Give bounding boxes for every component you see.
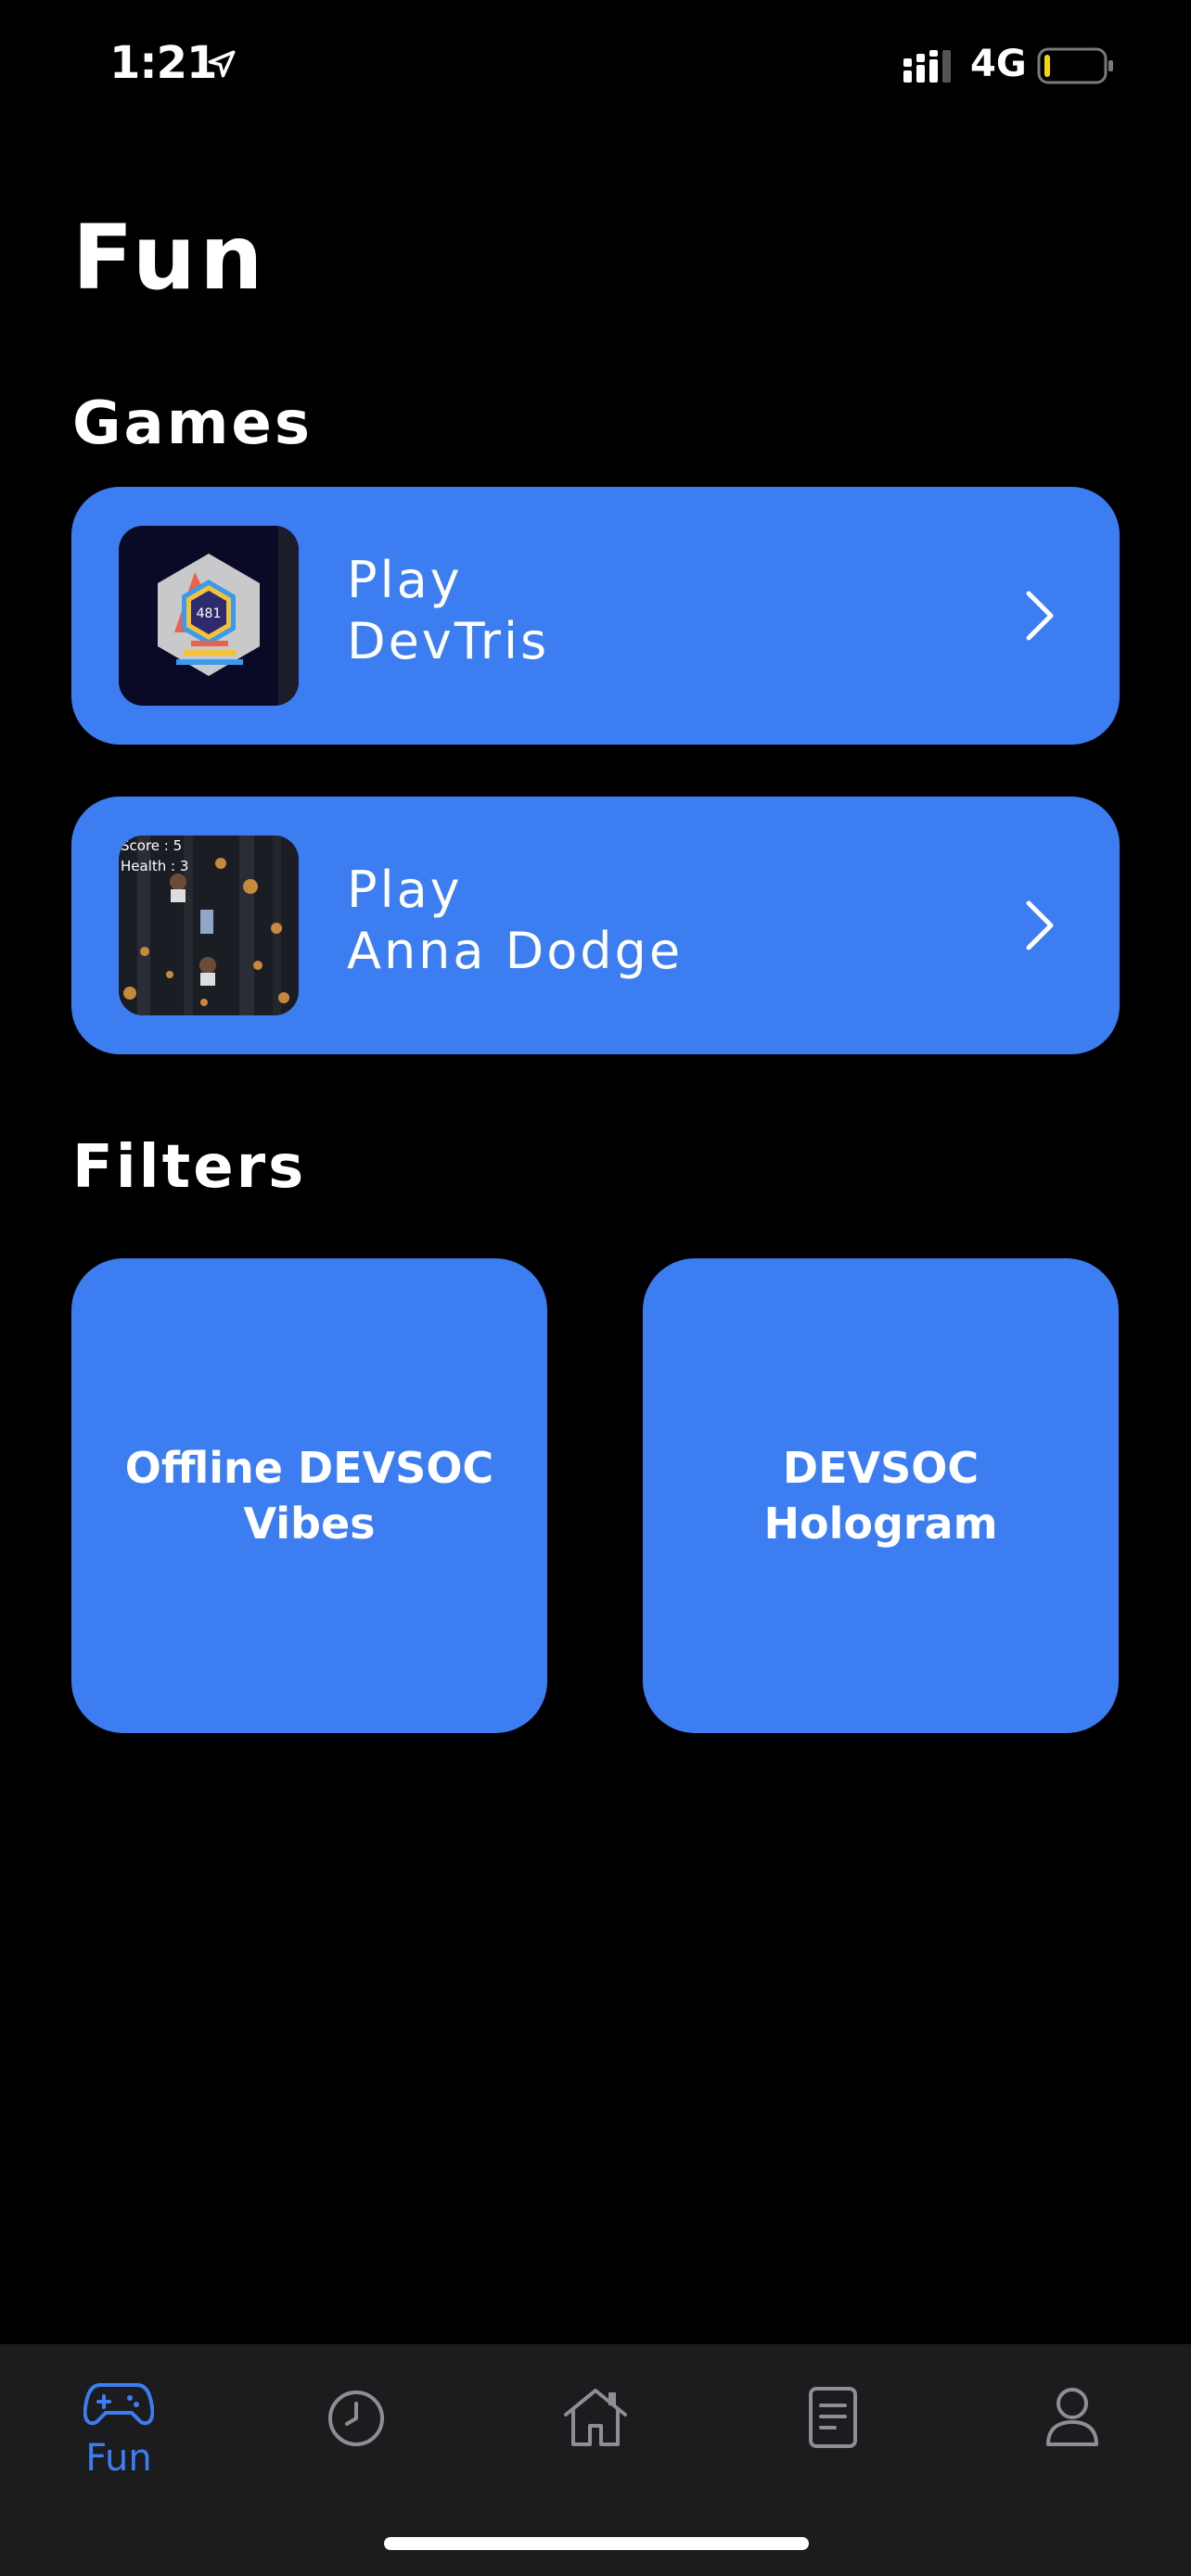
game-play-label: Play (347, 861, 463, 919)
devtris-score-text: 481 (197, 606, 222, 621)
home-icon (564, 2389, 627, 2446)
tab-fun-label: Fun (85, 2437, 152, 2480)
chevron-right-icon (1026, 591, 1054, 641)
game-name: DevTris (347, 612, 550, 670)
document-icon (809, 2387, 857, 2448)
tab-documents[interactable] (714, 2344, 952, 2511)
cellular-signal-icon (903, 50, 951, 83)
gamepad-icon (83, 2383, 154, 2426)
chevron-right-icon (1026, 900, 1054, 950)
tab-home[interactable] (477, 2344, 714, 2511)
game-card-devtris[interactable]: 481 Play DevTris (71, 487, 1120, 745)
clock-icon (328, 2391, 384, 2446)
devtris-label: Play DevTris (347, 550, 549, 672)
games-section-title: Games (72, 389, 313, 458)
tab-profile[interactable] (954, 2344, 1191, 2511)
filter-card-devsoc-hologram[interactable]: DEVSOC Hologram (643, 1258, 1119, 1733)
anna-dodge-thumbnail: Score : 5 Health : 3 (119, 835, 299, 1015)
game-card-anna-dodge[interactable]: Score : 5 Health : 3 Play Anna Dodge (71, 797, 1120, 1054)
status-time: 1:21 (109, 37, 217, 89)
status-bar: 1:21 4G (0, 0, 1191, 130)
filter-label: DEVSOC Hologram (763, 1443, 998, 1549)
tab-fun[interactable]: Fun (0, 2344, 237, 2511)
devtris-thumbnail: 481 (119, 526, 299, 706)
anna-dodge-label: Play Anna Dodge (347, 860, 683, 982)
tab-schedule[interactable] (237, 2344, 475, 2511)
home-indicator[interactable] (384, 2537, 809, 2550)
filters-section-title: Filters (72, 1133, 307, 1202)
battery-icon (1037, 47, 1113, 84)
game-name: Anna Dodge (347, 922, 684, 980)
location-arrow-icon (208, 50, 236, 78)
network-type: 4G (970, 43, 1027, 85)
filter-label: Offline DEVSOC Vibes (124, 1443, 494, 1549)
page-title: Fun (72, 206, 267, 310)
anna-dodge-score-text: Score : 5 (121, 837, 182, 854)
game-play-label: Play (347, 551, 463, 609)
filter-card-offline-devsoc-vibes[interactable]: Offline DEVSOC Vibes (71, 1258, 547, 1733)
anna-dodge-health-text: Health : 3 (121, 858, 188, 874)
person-icon (1046, 2388, 1098, 2446)
